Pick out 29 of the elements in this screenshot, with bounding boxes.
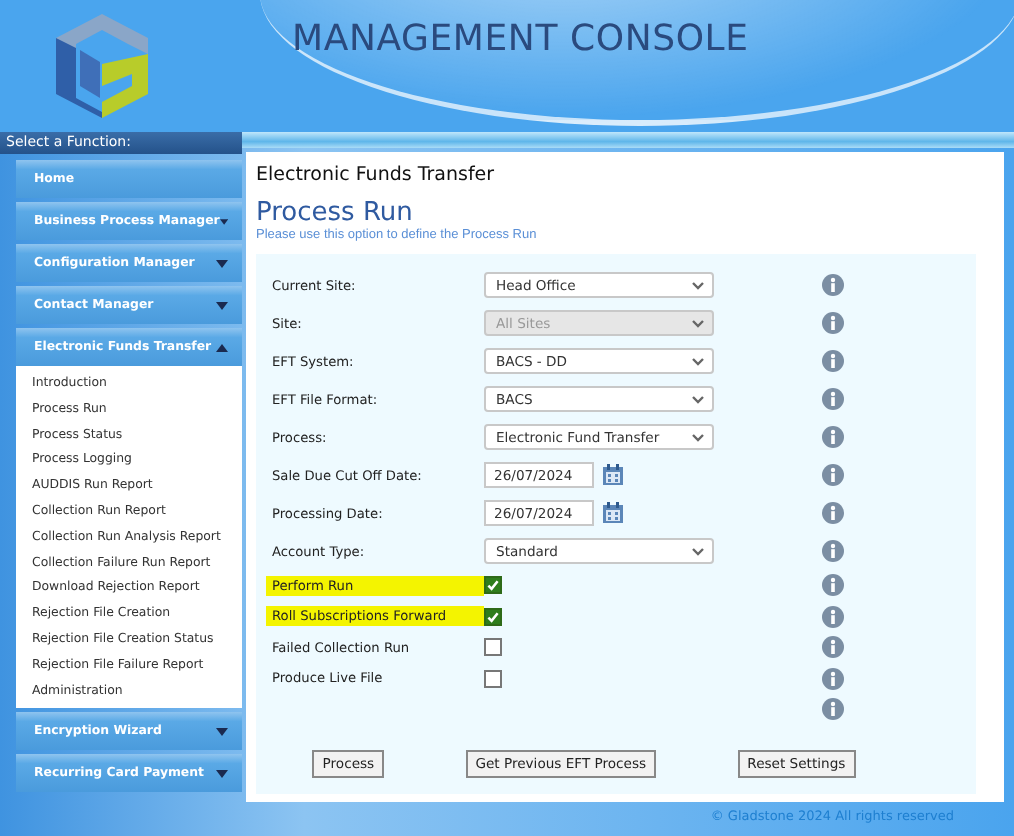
- info-icon[interactable]: [822, 605, 844, 628]
- info-icon[interactable]: [822, 636, 844, 659]
- info-icon[interactable]: [822, 312, 844, 334]
- info-icon[interactable]: [822, 574, 844, 597]
- page-title: Process Run: [256, 198, 415, 228]
- checkbox[interactable]: [484, 576, 502, 595]
- console-title: MANAGEMENT CONSOLE: [292, 18, 749, 60]
- info-icon[interactable]: [822, 698, 844, 721]
- info-icon[interactable]: [822, 426, 844, 448]
- checkbox[interactable]: [484, 638, 502, 657]
- logo-icon: [52, 10, 152, 118]
- info-icon[interactable]: [822, 540, 844, 562]
- section-title: Electronic Funds Transfer: [256, 164, 497, 186]
- info-icon[interactable]: [822, 502, 844, 524]
- info-icon[interactable]: [822, 350, 844, 372]
- checkbox[interactable]: [484, 669, 502, 688]
- calendar-icon[interactable]: [602, 502, 624, 524]
- caret-icon: [216, 769, 228, 778]
- calendar-icon[interactable]: [602, 464, 624, 486]
- caret-icon: [219, 217, 228, 225]
- checkbox[interactable]: [484, 607, 502, 626]
- info-icon[interactable]: [822, 388, 844, 410]
- caret-icon: [216, 727, 228, 736]
- info-icon[interactable]: [822, 274, 844, 296]
- caret-icon: [216, 301, 228, 309]
- info-icon[interactable]: [822, 464, 844, 486]
- info-icon[interactable]: [822, 667, 844, 690]
- caret-icon: [216, 343, 228, 351]
- caret-icon: [216, 259, 228, 267]
